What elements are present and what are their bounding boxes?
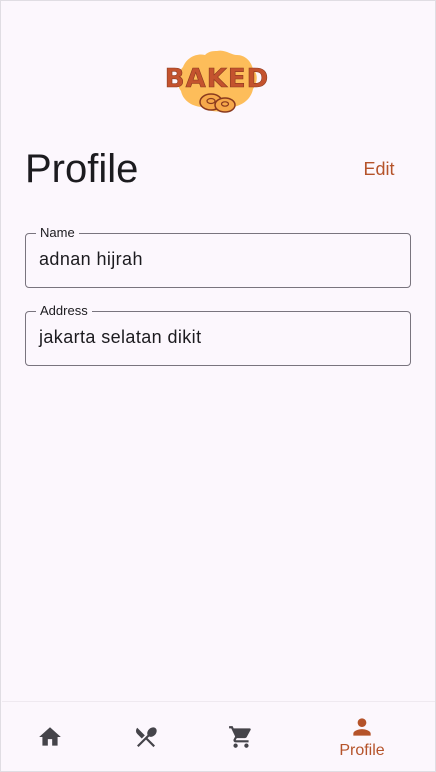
svg-text:BAKED: BAKED xyxy=(165,64,269,94)
nav-item-cart[interactable] xyxy=(193,702,289,771)
app-screen: BAKED Profile Edit Name adnan hijrah Add… xyxy=(0,0,436,772)
name-field[interactable]: Name adnan hijrah xyxy=(25,225,411,288)
person-icon xyxy=(349,714,375,740)
bottom-navigation: Profile xyxy=(2,701,435,771)
address-field[interactable]: Address jakarta selatan dikit xyxy=(25,303,411,366)
baked-logo: BAKED xyxy=(164,47,269,119)
cart-icon xyxy=(228,724,254,750)
address-field-value: jakarta selatan dikit xyxy=(39,327,202,347)
name-field-value: adnan hijrah xyxy=(39,249,143,269)
utensils-icon xyxy=(133,724,159,750)
edit-button[interactable]: Edit xyxy=(351,151,407,187)
address-field-label: Address xyxy=(36,303,92,319)
nav-item-profile-label: Profile xyxy=(339,742,385,759)
nav-item-recipes[interactable] xyxy=(98,702,194,771)
nav-item-home[interactable] xyxy=(2,702,98,771)
name-field-label: Name xyxy=(36,225,79,241)
home-icon xyxy=(37,724,63,750)
page-title: Profile xyxy=(25,147,139,191)
nav-item-profile[interactable]: Profile xyxy=(314,702,410,771)
